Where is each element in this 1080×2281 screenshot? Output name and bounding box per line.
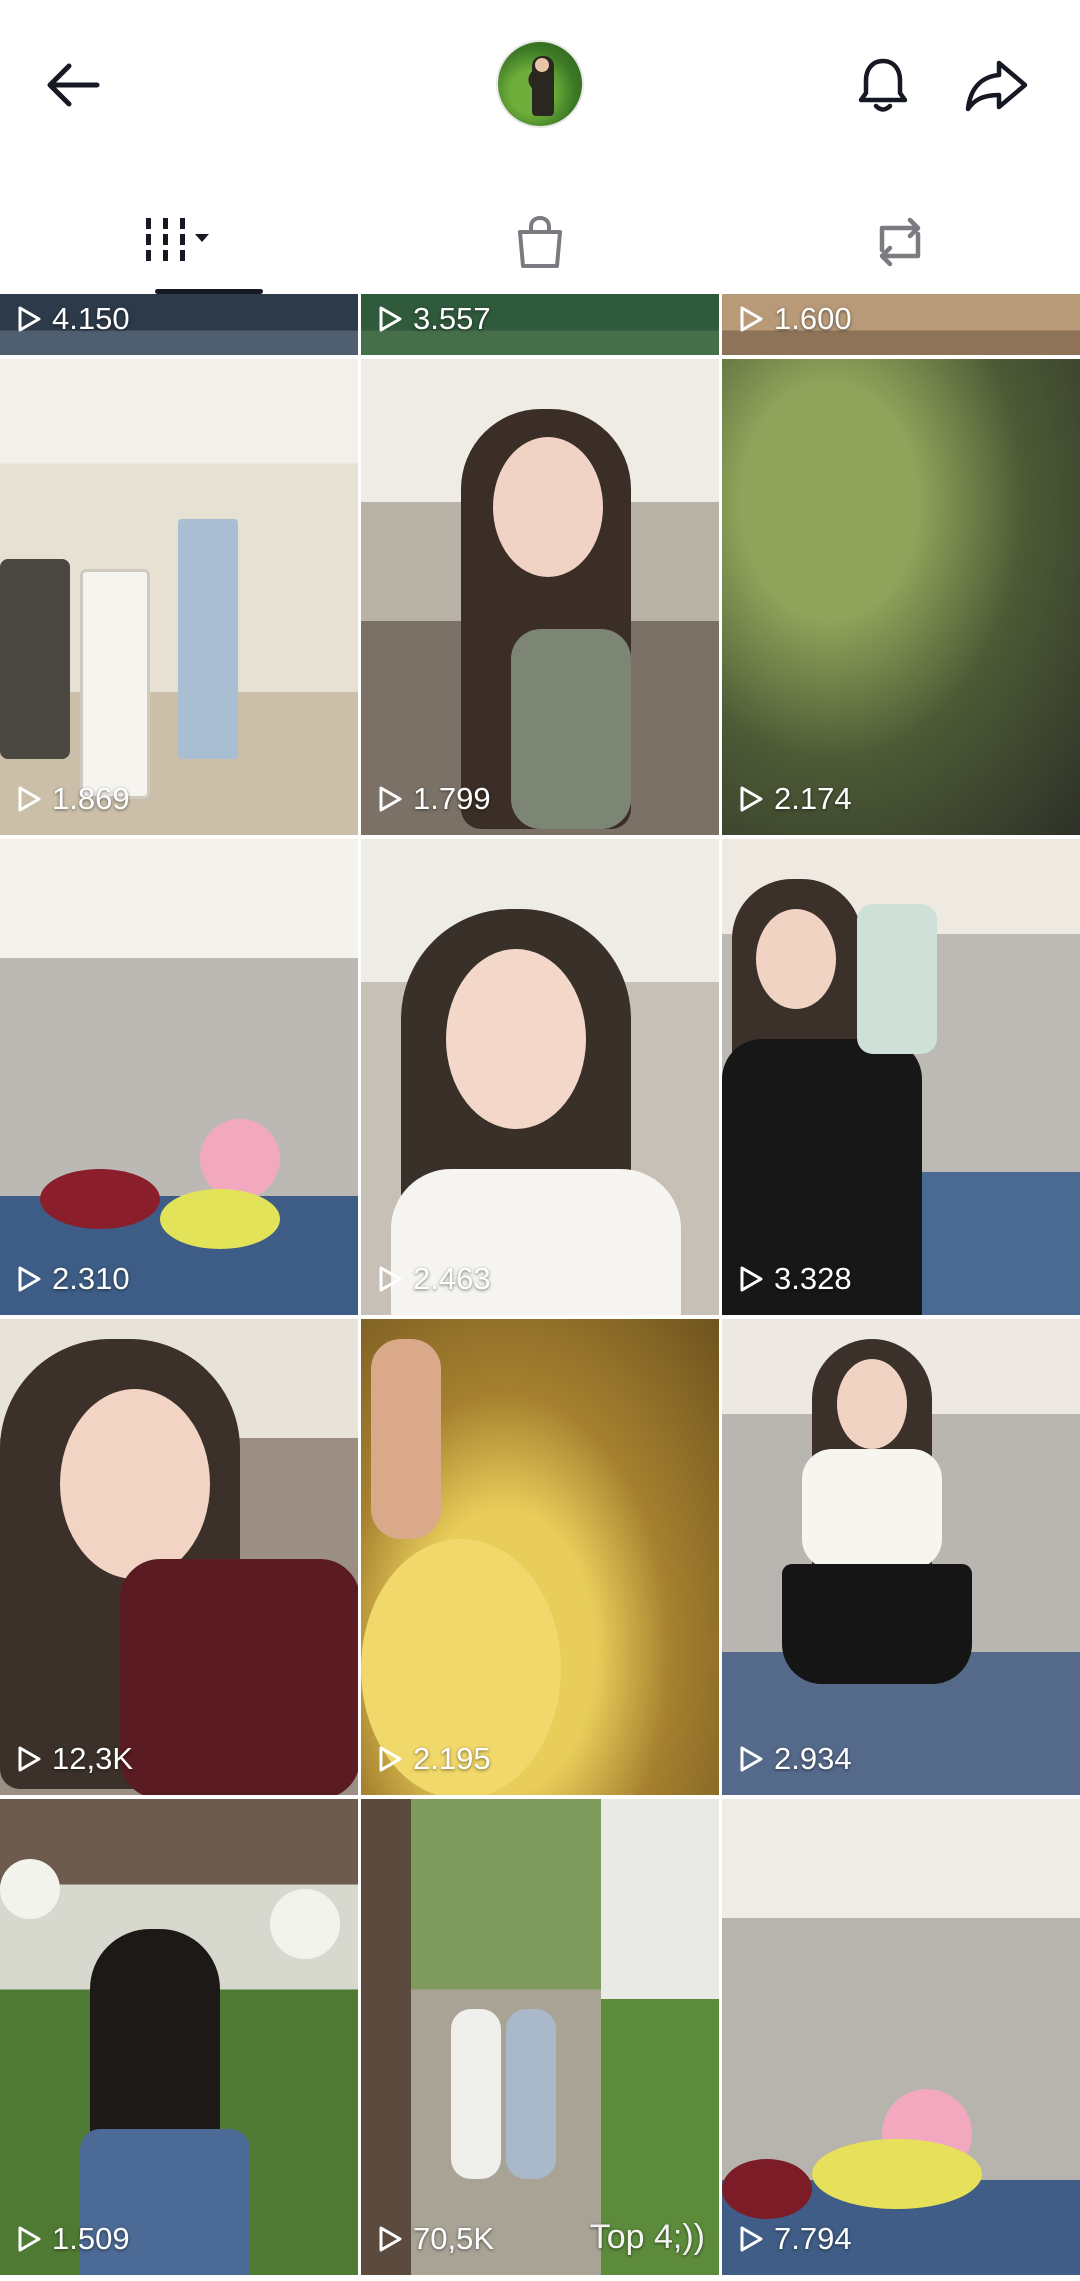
view-count: 3.557 xyxy=(413,301,491,336)
view-count: 1.509 xyxy=(52,2221,130,2256)
play-icon xyxy=(18,2226,41,2252)
notifications-button[interactable] xyxy=(838,40,928,130)
video-thumbnail[interactable]: 2.174 xyxy=(722,359,1080,835)
play-icon xyxy=(740,306,763,332)
view-count: 12,3K xyxy=(52,1741,134,1776)
view-count: 7.794 xyxy=(774,2221,852,2256)
video-thumbnail[interactable]: 2.934 xyxy=(722,1319,1080,1795)
tab-reposts[interactable] xyxy=(720,190,1080,294)
video-thumbnail[interactable]: 1.799 xyxy=(361,359,719,835)
view-count: 70,5K xyxy=(413,2221,495,2256)
video-grid: 4.150 3.557 1.600 1.869 1.799 2.174 2.31… xyxy=(0,294,1080,2281)
play-icon xyxy=(379,1746,402,1772)
play-icon xyxy=(18,1266,41,1292)
view-count: 2.463 xyxy=(413,1261,491,1296)
video-thumbnail[interactable]: 2.195 xyxy=(361,1319,719,1795)
play-icon xyxy=(740,1266,763,1292)
avatar[interactable] xyxy=(496,40,584,128)
bell-icon xyxy=(858,58,908,112)
play-icon xyxy=(379,306,402,332)
shopping-bag-icon xyxy=(518,215,562,268)
view-count: 3.328 xyxy=(774,1261,852,1296)
play-icon xyxy=(379,2226,402,2252)
video-thumbnail[interactable]: 2.463 xyxy=(361,839,719,1315)
play-icon xyxy=(18,1746,41,1772)
profile-header xyxy=(0,0,1080,170)
play-icon xyxy=(740,2226,763,2252)
tab-videos-grid[interactable] xyxy=(0,190,360,294)
view-count: 2.310 xyxy=(52,1261,130,1296)
video-thumbnail[interactable]: 3.328 xyxy=(722,839,1080,1315)
share-arrow-icon xyxy=(965,60,1028,112)
video-thumbnail[interactable]: Top 4;)) 70,5K xyxy=(361,1799,719,2275)
repost-icon xyxy=(879,217,921,267)
play-icon xyxy=(740,1746,763,1772)
video-caption-overlay: Top 4;)) xyxy=(589,2218,705,2256)
view-count: 2.934 xyxy=(774,1741,852,1776)
arrow-left-icon xyxy=(47,63,100,107)
view-count: 1.799 xyxy=(413,781,491,816)
back-button[interactable] xyxy=(28,40,118,130)
play-icon xyxy=(379,1266,402,1292)
video-thumbnail[interactable]: 1.869 xyxy=(0,359,358,835)
view-count: 1.869 xyxy=(52,781,130,816)
video-thumbnail[interactable]: 3.557 xyxy=(361,294,719,355)
view-count: 4.150 xyxy=(52,301,130,336)
grid-columns-icon xyxy=(146,218,209,261)
tab-shop[interactable] xyxy=(360,190,720,294)
video-thumbnail[interactable]: 1.600 xyxy=(722,294,1080,355)
video-thumbnail[interactable]: 4.150 xyxy=(0,294,358,355)
play-icon xyxy=(740,786,763,812)
play-icon xyxy=(18,786,41,812)
video-thumbnail[interactable]: 2.310 xyxy=(0,839,358,1315)
view-count: 2.174 xyxy=(774,781,852,816)
video-thumbnail[interactable]: 1.509 xyxy=(0,1799,358,2275)
share-button[interactable] xyxy=(952,40,1042,130)
play-icon xyxy=(379,786,402,812)
profile-tabs xyxy=(0,190,1080,294)
play-icon xyxy=(18,306,41,332)
video-thumbnail[interactable]: 7.794 xyxy=(722,1799,1080,2275)
view-count: 1.600 xyxy=(774,301,852,336)
video-thumbnail[interactable]: 12,3K xyxy=(0,1319,358,1795)
view-count: 2.195 xyxy=(413,1741,491,1776)
